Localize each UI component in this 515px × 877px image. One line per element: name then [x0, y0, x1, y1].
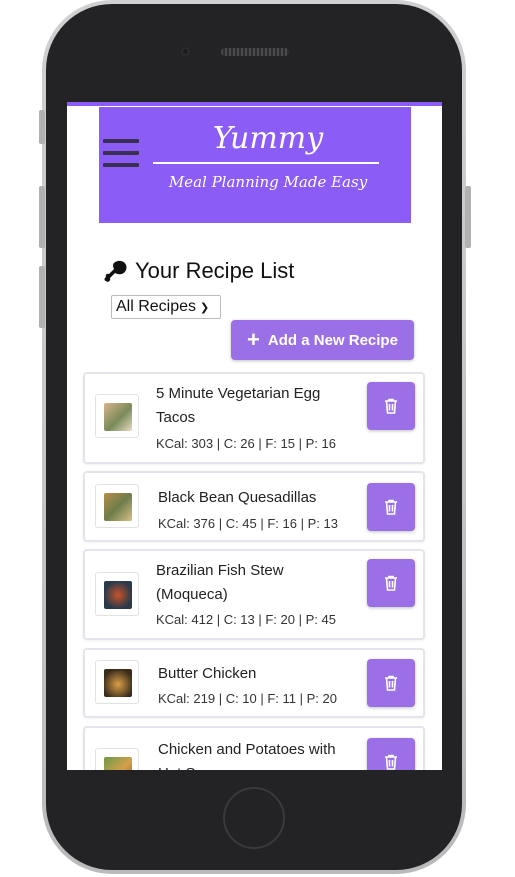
trash-icon — [385, 675, 397, 691]
recipe-card[interactable]: Chicken and Potatoes with Hot Sauce — [83, 726, 425, 770]
recipe-card[interactable]: Brazilian Fish Stew (Moqueca) KCal: 412 … — [83, 549, 425, 640]
plus-icon: + — [247, 327, 260, 352]
trash-icon — [385, 575, 397, 591]
recipe-macros: KCal: 412 | C: 13 | F: 20 | P: 45 — [156, 612, 336, 627]
brand-tagline: Meal Planning Made Easy — [168, 173, 368, 191]
recipe-thumbnail — [95, 660, 139, 704]
recipe-name: Brazilian Fish Stew (Moqueca) — [156, 562, 284, 603]
recipe-macros: KCal: 303 | C: 26 | F: 15 | P: 16 — [156, 436, 336, 451]
recipe-thumbnail — [95, 748, 139, 770]
delete-recipe-button[interactable] — [367, 382, 415, 430]
drumstick-icon — [104, 260, 127, 282]
phone-speaker — [221, 48, 289, 56]
chevron-down-icon: ❯ — [200, 301, 210, 314]
app-screen: Yummy Meal Planning Made Easy Your Recip… — [67, 102, 442, 770]
recipe-thumbnail — [95, 394, 139, 438]
trash-icon — [385, 754, 397, 770]
recipe-name: Butter Chicken — [158, 665, 257, 682]
brand-name: Yummy — [212, 121, 324, 156]
recipe-macros: KCal: 219 | C: 10 | F: 11 | P: 20 — [158, 691, 337, 706]
recipe-card[interactable]: 5 Minute Vegetarian Egg Tacos KCal: 303 … — [83, 372, 425, 464]
brand-divider — [153, 162, 379, 164]
phone-silent-switch — [39, 110, 45, 144]
delete-recipe-button[interactable] — [367, 559, 415, 607]
page-title-text: Your Recipe List — [135, 258, 295, 283]
add-recipe-button[interactable]: + Add a New Recipe — [231, 320, 414, 360]
page-title: Your Recipe List — [103, 258, 294, 284]
recipe-filter-value: All Recipes — [116, 298, 197, 315]
recipe-thumbnail — [95, 572, 139, 616]
app-header: Yummy Meal Planning Made Easy — [99, 107, 411, 223]
phone-power-button — [465, 186, 471, 248]
recipe-name: Chicken and Potatoes with Hot Sauce — [158, 741, 336, 770]
phone-home-button[interactable] — [223, 787, 285, 849]
delete-recipe-button[interactable] — [367, 483, 415, 531]
trash-icon — [385, 398, 397, 414]
hamburger-icon[interactable] — [103, 139, 139, 171]
delete-recipe-button[interactable] — [367, 738, 415, 770]
recipe-macros: KCal: 376 | C: 45 | F: 16 | P: 13 — [158, 516, 338, 531]
phone-camera — [181, 47, 190, 56]
phone-volume-down — [39, 266, 45, 328]
trash-icon — [385, 499, 397, 515]
recipe-card[interactable]: Black Bean Quesadillas KCal: 376 | C: 45… — [83, 471, 425, 542]
recipe-card[interactable]: Butter Chicken KCal: 219 | C: 10 | F: 11… — [83, 648, 425, 718]
recipe-filter-select[interactable]: All Recipes ❯ — [111, 295, 221, 319]
recipe-name: Black Bean Quesadillas — [158, 489, 317, 506]
recipe-thumbnail — [95, 484, 139, 528]
add-recipe-label: Add a New Recipe — [267, 331, 398, 349]
delete-recipe-button[interactable] — [367, 659, 415, 707]
recipe-name: 5 Minute Vegetarian Egg Tacos — [156, 385, 321, 426]
phone-volume-up — [39, 186, 45, 248]
